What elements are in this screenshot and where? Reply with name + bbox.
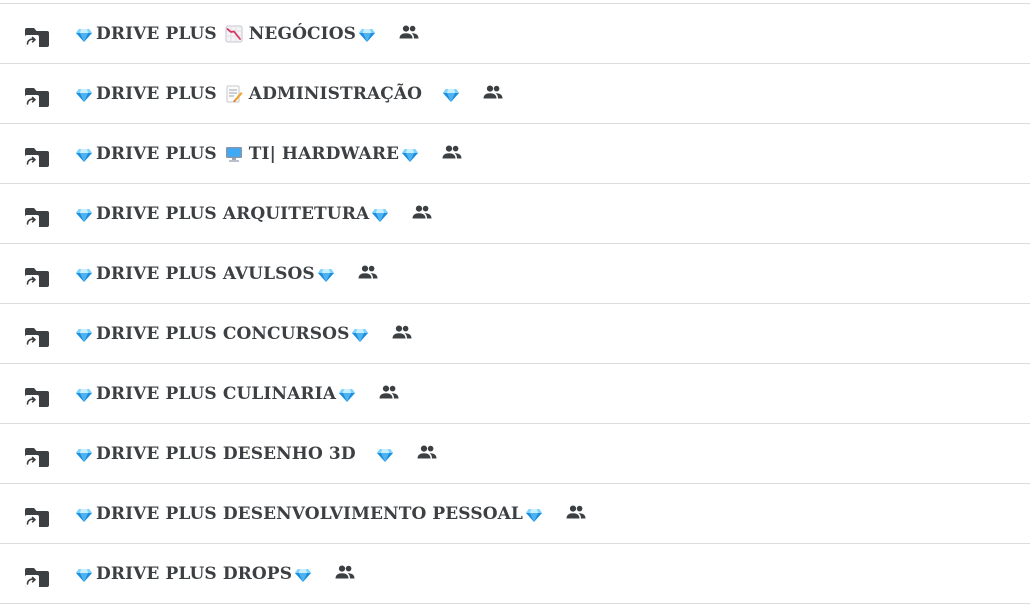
shared-folder-shortcut-icon	[23, 84, 51, 108]
gem-stone-icon	[76, 327, 92, 343]
folder-row[interactable]: DRIVE PLUS NEGÓCIOS	[0, 4, 1030, 64]
folder-name-prefix: DRIVE PLUS	[96, 563, 217, 584]
folder-name-title: TI| HARDWARE	[248, 143, 400, 164]
gem-stone-icon	[339, 387, 355, 403]
folder-name: DRIVE PLUS NEGÓCIOS	[76, 4, 419, 63]
shared-folder-shortcut-icon	[23, 564, 51, 588]
shared-folder-shortcut-icon	[23, 24, 51, 48]
shared-folder-shortcut-icon	[23, 144, 51, 168]
gem-stone-icon	[76, 147, 92, 163]
folder-name-prefix: DRIVE PLUS	[96, 443, 217, 464]
shared-people-icon	[417, 445, 437, 459]
folder-name: DRIVE PLUS AVULSOS	[76, 244, 378, 303]
folder-name: DRIVE PLUS DROPS	[76, 544, 355, 603]
folder-name: DRIVE PLUS TI| HARDWARE	[76, 124, 462, 183]
folder-name-title: ARQUITETURA	[222, 203, 370, 224]
shared-folder-shortcut-icon	[23, 504, 51, 528]
folder-name: DRIVE PLUS CULINARIA	[76, 364, 399, 423]
shared-folder-shortcut-icon	[23, 204, 51, 228]
shared-folder-shortcut-icon	[23, 264, 51, 288]
shared-people-icon	[392, 325, 412, 339]
gem-stone-icon	[352, 327, 369, 343]
folder-name: DRIVE PLUS CONCURSOS	[76, 304, 412, 363]
shared-people-icon	[379, 385, 399, 399]
shared-people-icon	[566, 505, 586, 519]
shared-folder-shortcut-icon	[23, 324, 51, 348]
gem-stone-icon	[76, 87, 92, 103]
folder-row[interactable]: DRIVE PLUS DROPS	[0, 544, 1030, 604]
folder-name: DRIVE PLUS DESENHO 3D	[76, 424, 437, 483]
folder-name: DRIVE PLUS DESENVOLVIMENTO PESSOAL	[76, 484, 586, 543]
folder-name-title: CONCURSOS	[222, 323, 350, 344]
folder-name-prefix: DRIVE PLUS	[96, 503, 217, 524]
gem-stone-icon	[76, 447, 92, 463]
folder-name-title: DESENVOLVIMENTO PESSOAL	[222, 503, 523, 524]
shared-people-icon	[442, 145, 462, 159]
folder-name-prefix: DRIVE PLUS	[96, 203, 217, 224]
folder-name-title: DROPS	[222, 563, 293, 584]
shared-folder-shortcut-icon	[23, 444, 51, 468]
gem-stone-icon	[317, 267, 334, 283]
gem-stone-icon	[295, 567, 312, 583]
shared-people-icon	[412, 205, 432, 219]
folder-name-prefix: DRIVE PLUS	[96, 263, 217, 284]
gem-stone-icon	[525, 507, 542, 523]
folder-name-title: ADMINISTRAÇÃO	[248, 83, 423, 104]
folder-name: DRIVE PLUS ADMINISTRAÇÃO	[76, 64, 503, 123]
folder-row[interactable]: DRIVE PLUS ARQUITETURA	[0, 184, 1030, 244]
folder-row[interactable]: DRIVE PLUS CONCURSOS	[0, 304, 1030, 364]
gem-stone-icon	[76, 387, 92, 403]
folder-name-prefix: DRIVE PLUS	[96, 83, 217, 104]
gem-stone-icon	[443, 87, 460, 103]
shared-people-icon	[358, 265, 378, 279]
folder-name-title: AVULSOS	[222, 263, 315, 284]
folder-name-prefix: DRIVE PLUS	[96, 383, 217, 404]
shared-folder-shortcut-icon	[23, 384, 51, 408]
gem-stone-icon	[359, 27, 375, 43]
folder-row[interactable]: DRIVE PLUS DESENVOLVIMENTO PESSOAL	[0, 484, 1030, 544]
folder-name-title: CULINARIA	[222, 383, 336, 404]
folder-name-title: NEGÓCIOS	[248, 23, 356, 44]
folder-list: DRIVE PLUS NEGÓCIOS DRIVE PLUS ADMINISTR…	[0, 0, 1030, 612]
folder-row[interactable]: DRIVE PLUS ADMINISTRAÇÃO	[0, 64, 1030, 124]
gem-stone-icon	[76, 507, 92, 523]
gem-stone-icon	[76, 567, 92, 583]
gem-stone-icon	[76, 27, 92, 43]
folder-name-title: DESENHO 3D	[222, 443, 356, 464]
folder-name-prefix: DRIVE PLUS	[96, 143, 217, 164]
folder-name-prefix: DRIVE PLUS	[96, 23, 217, 44]
memo-icon	[225, 85, 243, 103]
shared-people-icon	[335, 565, 355, 579]
gem-stone-icon	[376, 447, 393, 463]
folder-row[interactable]: DRIVE PLUS TI| HARDWARE	[0, 124, 1030, 184]
desktop-computer-icon	[225, 145, 243, 163]
folder-row[interactable]: DRIVE PLUS DESENHO 3D	[0, 424, 1030, 484]
folder-row[interactable]: DRIVE PLUS CULINARIA	[0, 364, 1030, 424]
gem-stone-icon	[402, 147, 419, 163]
folder-name-prefix: DRIVE PLUS	[96, 323, 217, 344]
folder-name: DRIVE PLUS ARQUITETURA	[76, 184, 432, 243]
shared-people-icon	[399, 25, 419, 39]
gem-stone-icon	[372, 207, 389, 223]
folder-row[interactable]: DRIVE PLUS AVULSOS	[0, 244, 1030, 304]
gem-stone-icon	[76, 207, 92, 223]
chart-decreasing-icon	[225, 25, 243, 43]
shared-people-icon	[483, 85, 503, 99]
gem-stone-icon	[76, 267, 92, 283]
